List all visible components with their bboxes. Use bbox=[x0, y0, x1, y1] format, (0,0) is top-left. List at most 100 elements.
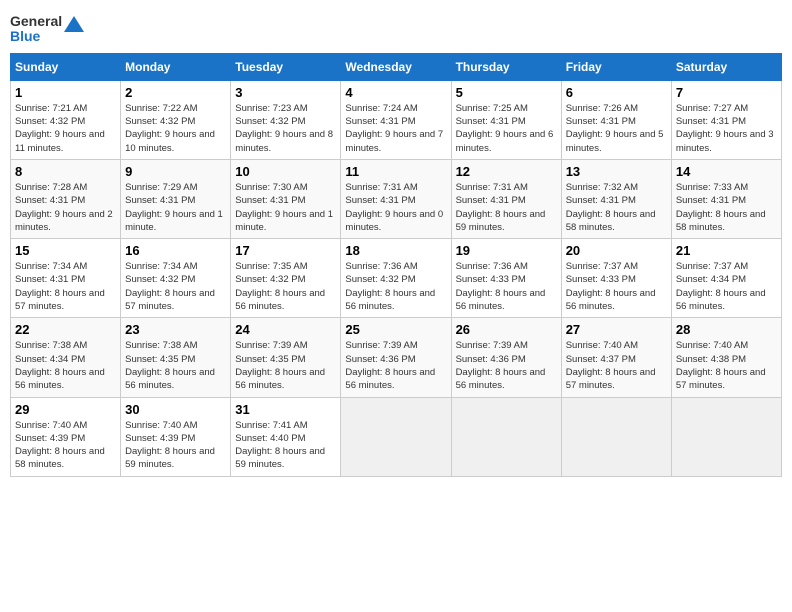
calendar-cell: 14 Sunrise: 7:33 AMSunset: 4:31 PMDayligh… bbox=[671, 159, 781, 238]
day-info: Sunrise: 7:40 AMSunset: 4:39 PMDaylight:… bbox=[125, 419, 226, 472]
day-number: 11 bbox=[345, 164, 446, 179]
calendar-cell: 5 Sunrise: 7:25 AMSunset: 4:31 PMDaylight… bbox=[451, 80, 561, 159]
calendar-cell: 31 Sunrise: 7:41 AMSunset: 4:40 PMDayligh… bbox=[231, 397, 341, 476]
calendar-cell: 4 Sunrise: 7:24 AMSunset: 4:31 PMDaylight… bbox=[341, 80, 451, 159]
calendar-cell: 29Sunrise: 7:40 AMSunset: 4:39 PMDayligh… bbox=[11, 397, 121, 476]
calendar-cell: 24 Sunrise: 7:39 AMSunset: 4:35 PMDayligh… bbox=[231, 318, 341, 397]
day-number: 5 bbox=[456, 85, 557, 100]
day-info: Sunrise: 7:25 AMSunset: 4:31 PMDaylight:… bbox=[456, 102, 557, 155]
day-number: 18 bbox=[345, 243, 446, 258]
day-number: 24 bbox=[235, 322, 336, 337]
calendar-cell: 20 Sunrise: 7:37 AMSunset: 4:33 PMDayligh… bbox=[561, 239, 671, 318]
day-number: 22 bbox=[15, 322, 116, 337]
calendar-cell: 1 Sunrise: 7:21 AMSunset: 4:32 PMDaylight… bbox=[11, 80, 121, 159]
day-info: Sunrise: 7:27 AMSunset: 4:31 PMDaylight:… bbox=[676, 102, 777, 155]
logo-line2: Blue bbox=[10, 29, 40, 44]
day-number: 21 bbox=[676, 243, 777, 258]
day-number: 16 bbox=[125, 243, 226, 258]
day-info: Sunrise: 7:37 AMSunset: 4:34 PMDaylight:… bbox=[676, 260, 777, 313]
day-info: Sunrise: 7:37 AMSunset: 4:33 PMDaylight:… bbox=[566, 260, 667, 313]
calendar-cell: 15Sunrise: 7:34 AMSunset: 4:31 PMDayligh… bbox=[11, 239, 121, 318]
day-number: 14 bbox=[676, 164, 777, 179]
day-number: 31 bbox=[235, 402, 336, 417]
calendar-cell: 21 Sunrise: 7:37 AMSunset: 4:34 PMDayligh… bbox=[671, 239, 781, 318]
calendar-cell: 28 Sunrise: 7:40 AMSunset: 4:38 PMDayligh… bbox=[671, 318, 781, 397]
day-number: 19 bbox=[456, 243, 557, 258]
day-info: Sunrise: 7:22 AMSunset: 4:32 PMDaylight:… bbox=[125, 102, 226, 155]
day-number: 30 bbox=[125, 402, 226, 417]
day-of-week-header: Friday bbox=[561, 53, 671, 80]
calendar-cell: 2 Sunrise: 7:22 AMSunset: 4:32 PMDaylight… bbox=[121, 80, 231, 159]
calendar-week-row: 29 Sunrise: 7:40 AMSunset: 4:39 PMDayligh… bbox=[11, 397, 782, 476]
calendar-header-row: SundayMondayTuesdayWednesdayThursdayFrid… bbox=[11, 53, 782, 80]
calendar-cell: 22 Sunrise: 7:38 AMSunset: 4:34 PMDayligh… bbox=[11, 318, 121, 397]
day-of-week-header: Saturday bbox=[671, 53, 781, 80]
day-of-week-header: Thursday bbox=[451, 53, 561, 80]
day-info: Sunrise: 7:24 AMSunset: 4:31 PMDaylight:… bbox=[345, 102, 446, 155]
calendar-body: 1 Sunrise: 7:21 AMSunset: 4:32 PMDaylight… bbox=[11, 80, 782, 476]
calendar-cell: 10Sunrise: 7:30 AMSunset: 4:31 PMDayligh… bbox=[231, 159, 341, 238]
day-of-week-header: Sunday bbox=[11, 53, 121, 80]
day-info: Sunrise: 7:40 AMSunset: 4:38 PMDaylight:… bbox=[676, 339, 777, 392]
calendar-cell: 27 Sunrise: 7:40 AMSunset: 4:37 PMDayligh… bbox=[561, 318, 671, 397]
day-info: Sunrise: 7:36 AMSunset: 4:33 PMDaylight:… bbox=[456, 260, 557, 313]
day-number: 25 bbox=[345, 322, 446, 337]
day-number: 29 bbox=[15, 402, 116, 417]
calendar-cell: 13 Sunrise: 7:32 AMSunset: 4:31 PMDayligh… bbox=[561, 159, 671, 238]
calendar-cell: 6 Sunrise: 7:26 AMSunset: 4:31 PMDaylight… bbox=[561, 80, 671, 159]
day-number: 1 bbox=[15, 85, 116, 100]
day-number: 28 bbox=[676, 322, 777, 337]
day-number: 6 bbox=[566, 85, 667, 100]
day-number: 27 bbox=[566, 322, 667, 337]
calendar-week-row: 22 Sunrise: 7:38 AMSunset: 4:34 PMDayligh… bbox=[11, 318, 782, 397]
day-number: 10 bbox=[235, 164, 336, 179]
day-number: 12 bbox=[456, 164, 557, 179]
calendar-cell bbox=[671, 397, 781, 476]
header: General Blue bbox=[10, 10, 782, 45]
calendar-cell: 9Sunrise: 7:29 AMSunset: 4:31 PMDaylight… bbox=[121, 159, 231, 238]
calendar-week-row: 15Sunrise: 7:34 AMSunset: 4:31 PMDayligh… bbox=[11, 239, 782, 318]
day-of-week-header: Wednesday bbox=[341, 53, 451, 80]
day-info: Sunrise: 7:39 AMSunset: 4:36 PMDaylight:… bbox=[345, 339, 446, 392]
calendar-cell: 19 Sunrise: 7:36 AMSunset: 4:33 PMDayligh… bbox=[451, 239, 561, 318]
calendar-cell: 16 Sunrise: 7:34 AMSunset: 4:32 PMDayligh… bbox=[121, 239, 231, 318]
day-info: Sunrise: 7:26 AMSunset: 4:31 PMDaylight:… bbox=[566, 102, 667, 155]
calendar-cell: 3 Sunrise: 7:23 AMSunset: 4:32 PMDaylight… bbox=[231, 80, 341, 159]
calendar-cell bbox=[341, 397, 451, 476]
day-number: 20 bbox=[566, 243, 667, 258]
calendar-cell: 18Sunrise: 7:36 AMSunset: 4:32 PMDayligh… bbox=[341, 239, 451, 318]
day-info: Sunrise: 7:41 AMSunset: 4:40 PMDaylight:… bbox=[235, 419, 336, 472]
day-info: Sunrise: 7:38 AMSunset: 4:35 PMDaylight:… bbox=[125, 339, 226, 392]
day-number: 4 bbox=[345, 85, 446, 100]
day-info: Sunrise: 7:28 AMSunset: 4:31 PMDaylight:… bbox=[15, 181, 116, 234]
day-info: Sunrise: 7:34 AMSunset: 4:32 PMDaylight:… bbox=[125, 260, 226, 313]
day-info: Sunrise: 7:38 AMSunset: 4:34 PMDaylight:… bbox=[15, 339, 116, 392]
day-info: Sunrise: 7:21 AMSunset: 4:32 PMDaylight:… bbox=[15, 102, 116, 155]
calendar-cell: 12 Sunrise: 7:31 AMSunset: 4:31 PMDayligh… bbox=[451, 159, 561, 238]
calendar-cell: 23 Sunrise: 7:38 AMSunset: 4:35 PMDayligh… bbox=[121, 318, 231, 397]
day-number: 9 bbox=[125, 164, 226, 179]
day-info: Sunrise: 7:31 AMSunset: 4:31 PMDaylight:… bbox=[456, 181, 557, 234]
calendar-cell bbox=[561, 397, 671, 476]
calendar-week-row: 8 Sunrise: 7:28 AMSunset: 4:31 PMDaylight… bbox=[11, 159, 782, 238]
day-number: 2 bbox=[125, 85, 226, 100]
day-info: Sunrise: 7:33 AMSunset: 4:31 PMDaylight:… bbox=[676, 181, 777, 234]
day-info: Sunrise: 7:40 AMSunset: 4:37 PMDaylight:… bbox=[566, 339, 667, 392]
day-number: 3 bbox=[235, 85, 336, 100]
logo-line1: General bbox=[10, 14, 62, 29]
day-info: Sunrise: 7:23 AMSunset: 4:32 PMDaylight:… bbox=[235, 102, 336, 155]
day-info: Sunrise: 7:39 AMSunset: 4:35 PMDaylight:… bbox=[235, 339, 336, 392]
day-number: 13 bbox=[566, 164, 667, 179]
day-info: Sunrise: 7:32 AMSunset: 4:31 PMDaylight:… bbox=[566, 181, 667, 234]
day-of-week-header: Tuesday bbox=[231, 53, 341, 80]
calendar-week-row: 1 Sunrise: 7:21 AMSunset: 4:32 PMDaylight… bbox=[11, 80, 782, 159]
calendar-cell: 7Sunrise: 7:27 AMSunset: 4:31 PMDaylight… bbox=[671, 80, 781, 159]
calendar-cell: 11 Sunrise: 7:31 AMSunset: 4:31 PMDayligh… bbox=[341, 159, 451, 238]
day-number: 15 bbox=[15, 243, 116, 258]
day-number: 8 bbox=[15, 164, 116, 179]
calendar-cell: 25 Sunrise: 7:39 AMSunset: 4:36 PMDayligh… bbox=[341, 318, 451, 397]
calendar-cell: 26Sunrise: 7:39 AMSunset: 4:36 PMDayligh… bbox=[451, 318, 561, 397]
day-info: Sunrise: 7:31 AMSunset: 4:31 PMDaylight:… bbox=[345, 181, 446, 234]
calendar-cell bbox=[451, 397, 561, 476]
day-number: 23 bbox=[125, 322, 226, 337]
